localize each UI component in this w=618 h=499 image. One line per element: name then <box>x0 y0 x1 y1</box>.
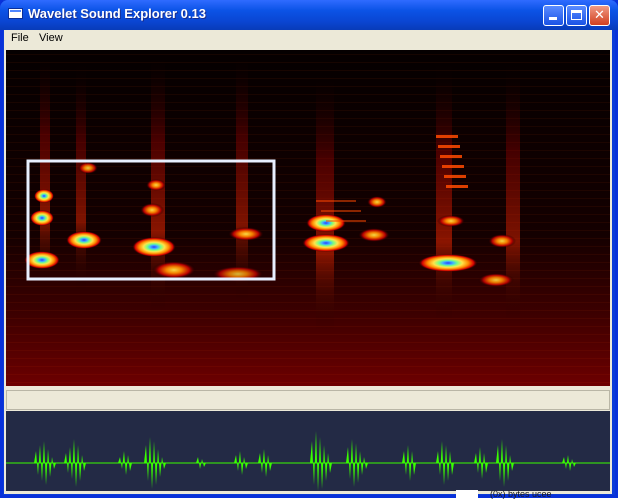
app-window: Wavelet Sound Explorer 0.13 ✕ File View <box>0 0 618 499</box>
menu-bar: File View <box>4 30 612 48</box>
menu-view[interactable]: View <box>39 32 63 44</box>
minimize-button[interactable] <box>543 5 564 26</box>
title-bar[interactable]: Wavelet Sound Explorer 0.13 ✕ <box>0 0 618 30</box>
waveform-canvas[interactable] <box>6 411 610 491</box>
window-title: Wavelet Sound Explorer 0.13 <box>28 6 206 21</box>
maximize-button[interactable] <box>566 5 587 26</box>
minimize-icon <box>549 17 557 20</box>
desktop-fragment <box>456 490 478 498</box>
info-strip <box>6 390 610 410</box>
close-button[interactable]: ✕ <box>589 5 610 26</box>
maximize-icon <box>571 10 582 20</box>
scalogram-view[interactable] <box>6 50 610 386</box>
waveform-view[interactable] <box>6 411 610 491</box>
client-area: File View <box>4 30 612 494</box>
app-window-icon[interactable] <box>8 8 23 19</box>
close-icon: ✕ <box>594 8 605 23</box>
scalogram-canvas[interactable] <box>6 50 610 386</box>
menu-file[interactable]: File <box>11 32 29 44</box>
